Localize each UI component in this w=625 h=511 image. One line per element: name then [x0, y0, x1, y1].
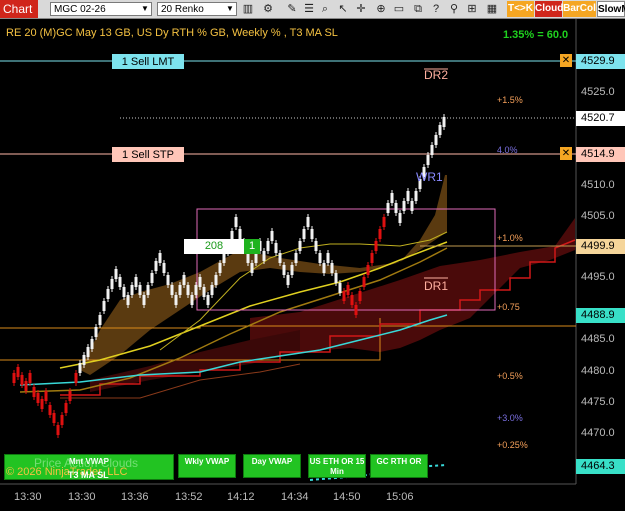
price-label: 4480.0: [581, 365, 615, 377]
dr1-label: DR1: [424, 279, 449, 293]
time-label: 13:30: [68, 491, 96, 503]
order-qty-box[interactable]: 208: [184, 239, 244, 254]
day-vwap-label: Day VWAP: [251, 457, 293, 466]
wkly-vwap-label: Wkly VWAP: [184, 457, 230, 466]
pct-label: +0.25%: [497, 440, 528, 450]
dr2-label: DR2: [424, 68, 449, 82]
us-eth-or-label: US ETH OR 15 Min: [309, 457, 365, 476]
time-label: 13:36: [121, 491, 149, 503]
pct-label: +0.5%: [497, 371, 523, 381]
watermark-line2: © 2026 NinjaTrader, LLC: [6, 466, 128, 478]
pct-label: +1.5%: [497, 95, 523, 105]
close-order-icon[interactable]: ✕: [560, 54, 572, 67]
day-vwap-button[interactable]: Day VWAP: [243, 454, 301, 478]
wkly-vwap-button[interactable]: Wkly VWAP: [178, 454, 236, 478]
price-label: 4510.0: [581, 179, 615, 191]
time-label: 15:06: [386, 491, 414, 503]
gc-rth-or-button[interactable]: GC RTH OR: [370, 454, 428, 478]
sell-lmt-label[interactable]: 1 Sell LMT: [112, 54, 184, 69]
time-label: 13:30: [14, 491, 42, 503]
price-label: 4488.9: [576, 308, 625, 323]
order-qty-number[interactable]: 1: [244, 239, 260, 254]
price-label: 4495.0: [581, 271, 615, 283]
price-label: 4520.7: [576, 111, 625, 126]
chart-plot: [0, 19, 577, 485]
close-order-icon[interactable]: ✕: [560, 147, 572, 160]
time-label: 14:12: [227, 491, 255, 503]
price-label: 4475.0: [581, 396, 615, 408]
pct-label: 4.0%: [497, 145, 518, 155]
price-label: 4485.0: [581, 333, 615, 345]
time-label: 14:34: [281, 491, 309, 503]
wr1-label: WR1: [416, 170, 443, 184]
time-label: 14:50: [333, 491, 361, 503]
t3-ma-sl-button[interactable]: T3 MA SL: [68, 470, 109, 480]
pct-label: +3.0%: [497, 413, 523, 423]
pct-label: +0.75: [497, 302, 520, 312]
chart-header-title: RE 20 (M)GC May 13 GB, US Dy RTH % GB, W…: [6, 27, 338, 39]
time-label: 13:52: [175, 491, 203, 503]
gc-rth-or-label: GC RTH OR: [376, 457, 422, 466]
price-label: 4499.9: [576, 239, 625, 254]
pct-label: +1.0%: [497, 233, 523, 243]
sell-stp-label[interactable]: 1 Sell STP: [112, 147, 184, 162]
price-label: 4514.9: [576, 147, 625, 162]
us-eth-or-button[interactable]: US ETH OR 15 Min: [308, 454, 366, 478]
price-label: 4464.3: [576, 459, 625, 474]
price-label: 4529.9: [576, 54, 625, 69]
price-label: 4505.0: [581, 210, 615, 222]
chart-header-value: 1.35% = 60.0: [503, 29, 569, 41]
price-label: 4470.0: [581, 427, 615, 439]
price-label: 4525.0: [581, 86, 615, 98]
